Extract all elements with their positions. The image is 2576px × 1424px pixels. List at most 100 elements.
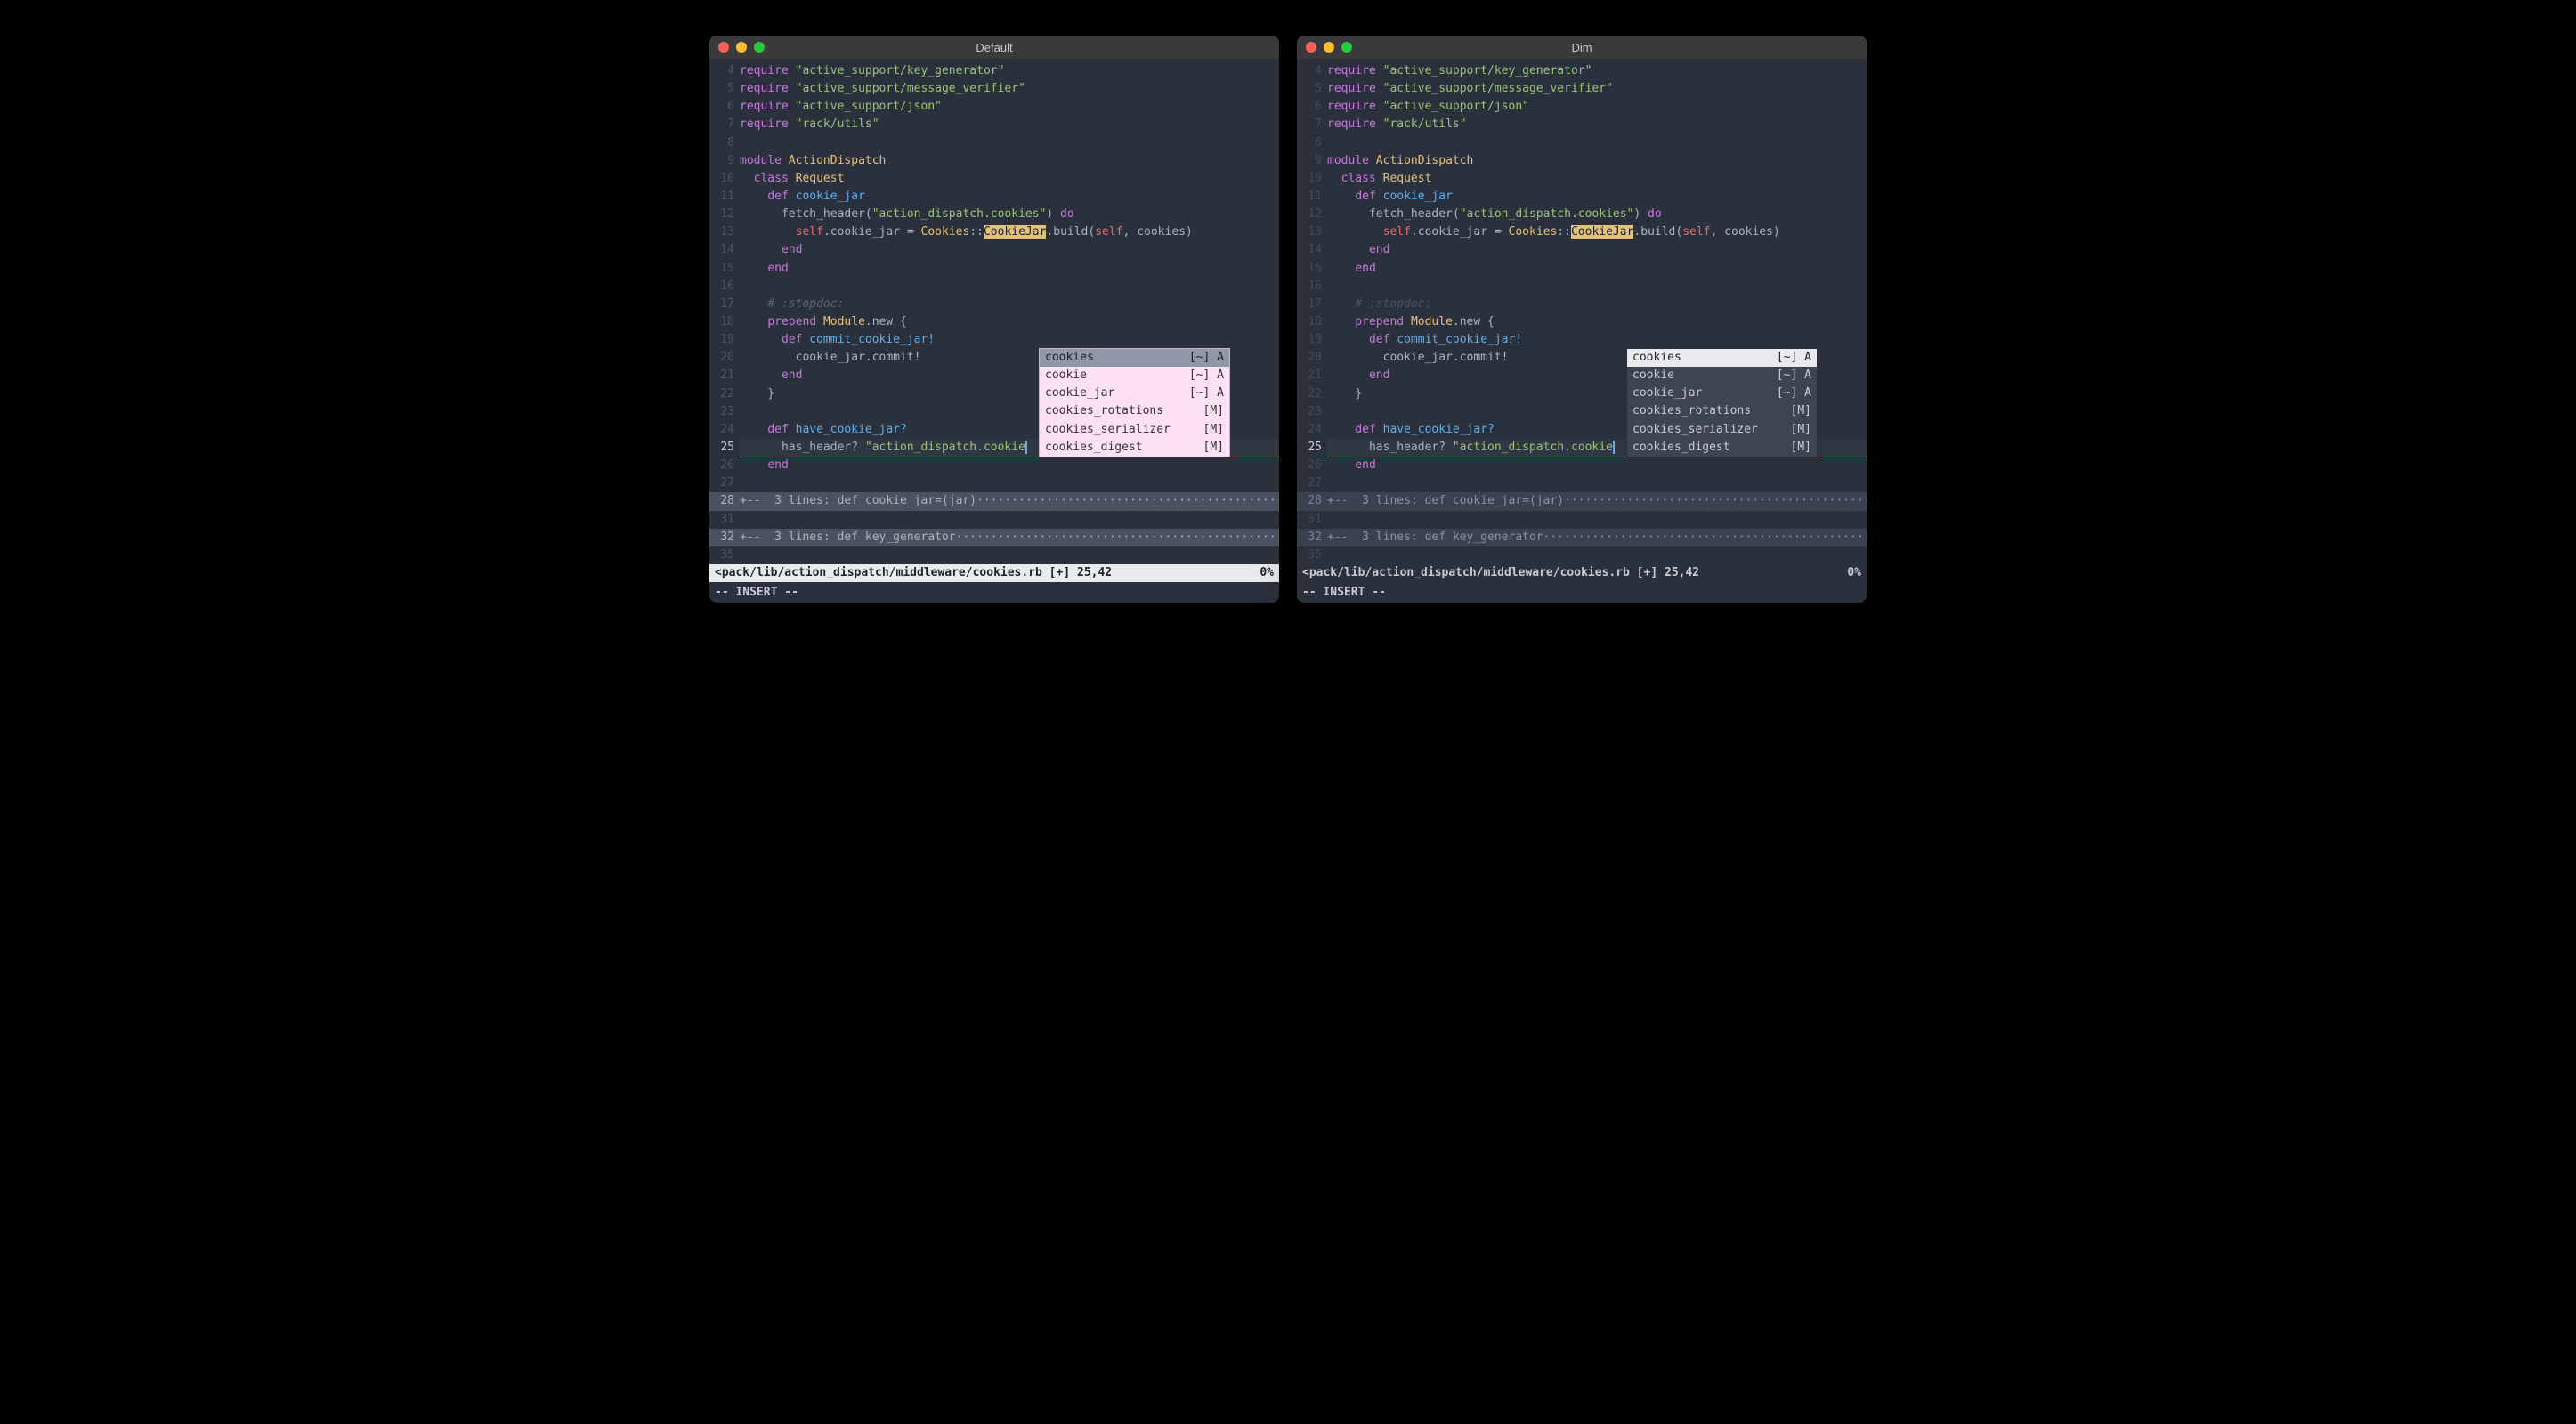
- fold-line[interactable]: 32+-- 3 lines: def key_generator········…: [709, 529, 1279, 546]
- code-content[interactable]: [1327, 134, 1867, 152]
- code-line[interactable]: 5require "active_support/message_verifie…: [709, 80, 1279, 98]
- completion-item[interactable]: cookies[~] A: [1627, 349, 1817, 367]
- code-content[interactable]: def commit_cookie_jar!: [740, 331, 1279, 349]
- fold-line[interactable]: 28+-- 3 lines: def cookie_jar=(jar)·····…: [709, 492, 1279, 510]
- completion-item[interactable]: cookies_digest[M]: [1627, 439, 1817, 457]
- code-content[interactable]: require "active_support/message_verifier…: [740, 80, 1279, 98]
- code-content[interactable]: class Request: [740, 170, 1279, 188]
- maximize-icon[interactable]: [754, 42, 765, 53]
- code-content[interactable]: [1327, 474, 1867, 492]
- code-content[interactable]: prepend Module.new {: [1327, 313, 1867, 331]
- code-content[interactable]: end: [1327, 457, 1867, 474]
- code-content[interactable]: class Request: [1327, 170, 1867, 188]
- code-content[interactable]: end: [740, 260, 1279, 278]
- completion-item[interactable]: cookies_serializer[M]: [1627, 421, 1817, 439]
- maximize-icon[interactable]: [1341, 42, 1352, 53]
- close-icon[interactable]: [718, 42, 729, 53]
- code-content[interactable]: fetch_header("action_dispatch.cookies") …: [740, 206, 1279, 223]
- completion-item[interactable]: cookies_serializer[M]: [1040, 421, 1229, 439]
- titlebar[interactable]: Dim: [1297, 36, 1867, 59]
- code-content[interactable]: def cookie_jar: [1327, 188, 1867, 206]
- code-content[interactable]: end: [1327, 260, 1867, 278]
- code-content[interactable]: module ActionDispatch: [1327, 152, 1867, 170]
- close-icon[interactable]: [1306, 42, 1316, 53]
- code-line[interactable]: 12 fetch_header("action_dispatch.cookies…: [1297, 206, 1867, 223]
- completion-item[interactable]: cookies_rotations[M]: [1040, 402, 1229, 420]
- code-content[interactable]: require "active_support/key_generator": [1327, 62, 1867, 80]
- code-content[interactable]: end: [1327, 241, 1867, 259]
- completion-item[interactable]: cookie_jar[~] A: [1040, 384, 1229, 402]
- code-content[interactable]: self.cookie_jar = Cookies::CookieJar.bui…: [740, 223, 1279, 241]
- code-content[interactable]: end: [740, 241, 1279, 259]
- code-content[interactable]: [740, 134, 1279, 152]
- code-line[interactable]: 10 class Request: [1297, 170, 1867, 188]
- code-content[interactable]: require "rack/utils": [1327, 116, 1867, 134]
- code-line[interactable]: 8: [709, 134, 1279, 152]
- code-line[interactable]: 35: [709, 546, 1279, 564]
- completion-item[interactable]: cookies_digest[M]: [1040, 439, 1229, 457]
- code-line[interactable]: 5require "active_support/message_verifie…: [1297, 80, 1867, 98]
- fold-text[interactable]: +-- 3 lines: def key_generator··········…: [1327, 529, 1867, 546]
- code-line[interactable]: 19 def commit_cookie_jar!: [1297, 331, 1867, 349]
- fold-text[interactable]: +-- 3 lines: def key_generator··········…: [740, 529, 1279, 546]
- code-content[interactable]: require "active_support/key_generator": [740, 62, 1279, 80]
- code-line[interactable]: 31: [709, 511, 1279, 529]
- code-content[interactable]: require "active_support/json": [740, 98, 1279, 116]
- code-line[interactable]: 15 end: [1297, 260, 1867, 278]
- code-line[interactable]: 27: [1297, 474, 1867, 492]
- code-line[interactable]: 11 def cookie_jar: [709, 188, 1279, 206]
- minimize-icon[interactable]: [736, 42, 747, 53]
- completion-popup[interactable]: cookies[~] Acookie[~] Acookie_jar[~] Aco…: [1039, 348, 1230, 457]
- code-line[interactable]: 9module ActionDispatch: [1297, 152, 1867, 170]
- code-line[interactable]: 27: [709, 474, 1279, 492]
- code-content[interactable]: prepend Module.new {: [740, 313, 1279, 331]
- code-content[interactable]: def commit_cookie_jar!: [1327, 331, 1867, 349]
- fold-text[interactable]: +-- 3 lines: def cookie_jar=(jar)·······…: [1327, 492, 1867, 510]
- code-content[interactable]: require "active_support/message_verifier…: [1327, 80, 1867, 98]
- code-line[interactable]: 18 prepend Module.new {: [709, 313, 1279, 331]
- code-line[interactable]: 10 class Request: [709, 170, 1279, 188]
- code-line[interactable]: 35: [1297, 546, 1867, 564]
- code-line[interactable]: 4require "active_support/key_generator": [709, 62, 1279, 80]
- fold-line[interactable]: 28+-- 3 lines: def cookie_jar=(jar)·····…: [1297, 492, 1867, 510]
- code-content[interactable]: end: [740, 457, 1279, 474]
- code-line[interactable]: 15 end: [709, 260, 1279, 278]
- code-content[interactable]: # :stopdoc:: [1327, 295, 1867, 313]
- code-line[interactable]: 14 end: [709, 241, 1279, 259]
- code-line[interactable]: 7require "rack/utils": [709, 116, 1279, 134]
- code-content[interactable]: [740, 474, 1279, 492]
- completion-item[interactable]: cookie[~] A: [1627, 367, 1817, 384]
- code-line[interactable]: 7require "rack/utils": [1297, 116, 1867, 134]
- code-content[interactable]: require "rack/utils": [740, 116, 1279, 134]
- code-line[interactable]: 13 self.cookie_jar = Cookies::CookieJar.…: [709, 223, 1279, 241]
- code-line[interactable]: 26 end: [709, 457, 1279, 474]
- code-line[interactable]: 26 end: [1297, 457, 1867, 474]
- code-content[interactable]: fetch_header("action_dispatch.cookies") …: [1327, 206, 1867, 223]
- code-content[interactable]: self.cookie_jar = Cookies::CookieJar.bui…: [1327, 223, 1867, 241]
- code-content[interactable]: module ActionDispatch: [740, 152, 1279, 170]
- code-line[interactable]: 8: [1297, 134, 1867, 152]
- editor-pane[interactable]: 4require "active_support/key_generator"5…: [1297, 59, 1867, 564]
- completion-item[interactable]: cookies_rotations[M]: [1627, 402, 1817, 420]
- completion-popup[interactable]: cookies[~] Acookie[~] Acookie_jar[~] Aco…: [1626, 348, 1818, 457]
- code-line[interactable]: 16: [709, 278, 1279, 295]
- code-line[interactable]: 18 prepend Module.new {: [1297, 313, 1867, 331]
- minimize-icon[interactable]: [1324, 42, 1334, 53]
- code-content[interactable]: # :stopdoc:: [740, 295, 1279, 313]
- code-line[interactable]: 6require "active_support/json": [1297, 98, 1867, 116]
- code-line[interactable]: 14 end: [1297, 241, 1867, 259]
- code-content[interactable]: [1327, 278, 1867, 295]
- code-line[interactable]: 4require "active_support/key_generator": [1297, 62, 1867, 80]
- titlebar[interactable]: Default: [709, 36, 1279, 59]
- completion-item[interactable]: cookies[~] A: [1040, 349, 1229, 367]
- code-content[interactable]: require "active_support/json": [1327, 98, 1867, 116]
- code-content[interactable]: [740, 278, 1279, 295]
- code-line[interactable]: 13 self.cookie_jar = Cookies::CookieJar.…: [1297, 223, 1867, 241]
- fold-line[interactable]: 32+-- 3 lines: def key_generator········…: [1297, 529, 1867, 546]
- completion-item[interactable]: cookie_jar[~] A: [1627, 384, 1817, 402]
- code-line[interactable]: 19 def commit_cookie_jar!: [709, 331, 1279, 349]
- code-line[interactable]: 16: [1297, 278, 1867, 295]
- fold-text[interactable]: +-- 3 lines: def cookie_jar=(jar)·······…: [740, 492, 1279, 510]
- code-line[interactable]: 6require "active_support/json": [709, 98, 1279, 116]
- code-line[interactable]: 11 def cookie_jar: [1297, 188, 1867, 206]
